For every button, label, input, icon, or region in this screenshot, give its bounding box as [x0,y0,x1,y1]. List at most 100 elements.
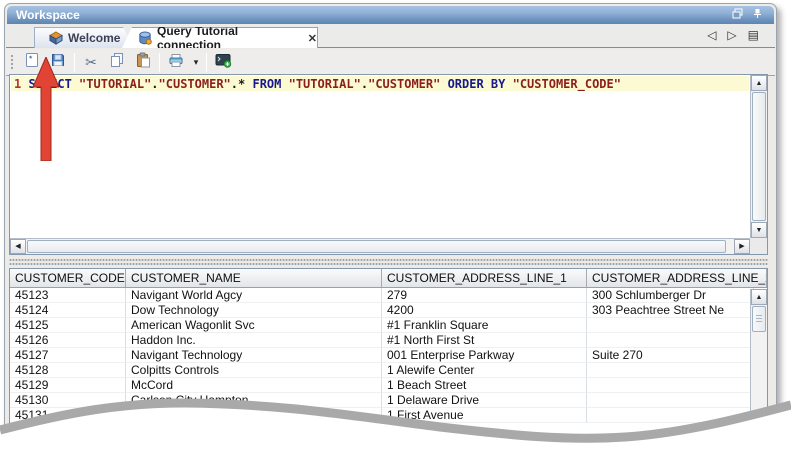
welcome-box-icon [49,31,63,45]
splitter-handle[interactable] [9,258,768,267]
table-row[interactable]: 45128Colpitts Controls1 Alewife Center [10,363,754,378]
scroll-right-button[interactable]: ▶ [734,239,750,254]
sql-token-plain: .* [231,77,253,91]
copy-button[interactable] [104,51,130,73]
grid-header: CUSTOMER_CODECUSTOMER_NAMECUSTOMER_ADDRE… [10,269,767,288]
table-cell: 279 [382,288,587,303]
table-cell: 45127 [10,348,126,363]
tab-strip: Welcome Query Tutorial connection ✕ ◁ ▷ … [6,24,775,48]
table-cell: 45126 [10,333,126,348]
table-cell: 001 Enterprise Parkway [382,348,587,363]
prev-tab-icon[interactable]: ◁ [707,28,716,42]
float-restore-icon[interactable] [732,6,743,24]
tab-query-tutorial-connection[interactable]: Query Tutorial connection ✕ [122,27,318,48]
toolbar-grip-handle[interactable] [10,54,14,71]
toolbar-separator [74,53,75,72]
column-header[interactable]: CUSTOMER_ADDRESS_LINE_2 [587,269,767,287]
column-header[interactable]: CUSTOMER_NAME [126,269,382,287]
tab-query-label: Query Tutorial connection [157,24,298,52]
torn-edge-wave [0,388,791,451]
scroll-left-button[interactable]: ◀ [10,239,26,254]
pin-icon[interactable] [752,6,763,24]
table-cell: 4200 [382,303,587,318]
copy-icon [109,52,125,73]
sql-token-plain: . [361,77,368,91]
toolbar: ✂ [6,49,775,76]
sql-token-linenum: 1 [14,77,28,91]
tab-welcome[interactable]: Welcome [34,27,133,48]
table-cell: American Wagonlit Svc [126,318,382,333]
window-title: Workspace [16,8,80,22]
print-button[interactable] [163,51,189,73]
scroll-up-button[interactable]: ▲ [751,289,767,305]
editor-vertical-scrollbar[interactable]: ▲ ▼ [750,75,767,238]
sql-token-plain [440,77,447,91]
table-row[interactable]: 45126Haddon Inc.#1 North First St [10,333,754,348]
table-cell: 1 Alewife Center [382,363,587,378]
sql-token-string: "CUSTOMER" [159,77,231,91]
scroll-thumb[interactable] [752,306,766,332]
scroll-down-button[interactable]: ▼ [751,222,767,238]
sql-editor[interactable]: 1 SELECT "TUTORIAL"."CUSTOMER".* FROM "T… [9,74,768,255]
table-row[interactable]: 45124Dow Technology4200303 Peachtree Str… [10,303,754,318]
sql-token-string: "CUSTOMER" [368,77,440,91]
table-cell [587,333,754,348]
column-header[interactable]: CUSTOMER_ADDRESS_LINE_1 [382,269,587,287]
table-row[interactable]: 45127Navigant Technology001 Enterprise P… [10,348,754,363]
database-icon [138,31,152,45]
column-header[interactable]: CUSTOMER_CODE [10,269,126,287]
sql-token-plain [505,77,512,91]
new-session-terminal-icon [215,52,232,73]
table-cell: Navigant World Agcy [126,288,382,303]
scrollbar-corner [750,238,767,254]
table-cell: 45125 [10,318,126,333]
new-session-button[interactable] [210,51,236,73]
table-cell: 45128 [10,363,126,378]
editor-horizontal-scrollbar[interactable]: ◀ ▶ [10,238,750,254]
table-cell: 300 Schlumberger Dr [587,288,754,303]
toolbar-separator [159,53,160,72]
table-cell: Suite 270 [587,348,754,363]
table-cell: 45124 [10,303,126,318]
screenshot-canvas: Workspace [0,0,791,451]
table-cell: Dow Technology [126,303,382,318]
sql-token-plain [281,77,288,91]
toolbar-separator [206,53,207,72]
paste-icon [135,52,151,73]
paste-button[interactable] [130,51,156,73]
sql-token-string: "TUTORIAL" [79,77,151,91]
next-tab-icon[interactable]: ▷ [727,28,736,42]
table-cell: Navigant Technology [126,348,382,363]
print-icon [168,52,184,73]
table-cell: 303 Peachtree Street Ne [587,303,754,318]
tab-list-icon[interactable]: ▤ [748,28,759,42]
scroll-up-button[interactable]: ▲ [751,75,767,91]
workspace-window: Workspace [4,3,777,443]
sql-token-plain [72,77,79,91]
print-dropdown-button[interactable]: ▾ [189,51,203,73]
sql-line[interactable]: 1 SELECT "TUTORIAL"."CUSTOMER".* FROM "T… [14,77,621,91]
scroll-thumb[interactable] [27,240,726,253]
print-dropdown-caret-icon: ▾ [194,57,199,68]
sql-token-string: "TUTORIAL" [289,77,361,91]
tab-close-icon[interactable]: ✕ [308,32,317,45]
table-cell: #1 Franklin Square [382,318,587,333]
table-cell: Colpitts Controls [126,363,382,378]
sql-token-string: "CUSTOMER_CODE" [513,77,621,91]
table-row[interactable]: 45125American Wagonlit Svc#1 Franklin Sq… [10,318,754,333]
table-cell: Haddon Inc. [126,333,382,348]
title-bar[interactable]: Workspace [7,6,774,24]
annotation-arrow-icon [33,57,59,161]
sql-token-keyword: ORDER BY [448,77,506,91]
table-cell [587,318,754,333]
table-cell [587,363,754,378]
table-cell: 45123 [10,288,126,303]
cut-icon: ✂ [85,54,97,71]
sql-token-plain: . [151,77,158,91]
sql-token-keyword: FROM [252,77,281,91]
cut-button[interactable]: ✂ [78,51,104,73]
scroll-thumb[interactable] [752,92,766,221]
table-cell: #1 North First St [382,333,587,348]
tab-welcome-label: Welcome [68,31,120,45]
table-row[interactable]: 45123Navigant World Agcy279300 Schlumber… [10,288,754,303]
